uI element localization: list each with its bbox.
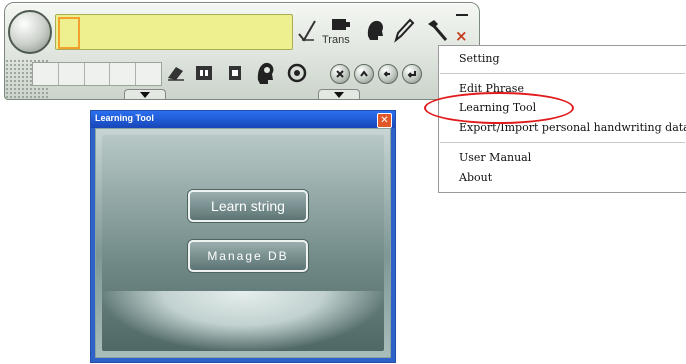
window-close-button[interactable]: ✕	[377, 113, 392, 128]
candidate-cell[interactable]	[136, 63, 161, 85]
expand-tools-tab[interactable]	[318, 89, 360, 99]
pen-check-icon[interactable]	[296, 18, 318, 44]
up-icon[interactable]	[354, 64, 374, 84]
at-icon[interactable]	[286, 62, 308, 84]
manage-db-button[interactable]: Manage DB	[188, 240, 308, 272]
left-icon[interactable]	[378, 64, 398, 84]
minimize-button[interactable]	[456, 14, 468, 16]
menu-item-setting[interactable]: Setting	[459, 51, 500, 67]
keyboard-icon[interactable]	[330, 16, 352, 34]
menu-separator	[440, 73, 685, 74]
enter-icon[interactable]	[402, 64, 422, 84]
app-logo-icon[interactable]	[8, 10, 52, 54]
trans-label: Trans	[322, 34, 350, 46]
window-title: Learning Tool	[95, 113, 154, 123]
menu-separator	[440, 142, 685, 143]
menu-item-user-manual[interactable]: User Manual	[459, 150, 531, 166]
pen-icon[interactable]	[392, 16, 416, 44]
chevron-down-icon	[334, 91, 344, 98]
close-icon[interactable]: ×	[455, 27, 468, 45]
candidate-cell[interactable]	[59, 63, 85, 85]
tools-icon[interactable]	[424, 16, 450, 44]
handwriting-input-box[interactable]	[55, 14, 293, 50]
halfwidth-icon[interactable]	[224, 62, 246, 84]
window-titlebar: Learning Tool ✕	[91, 111, 395, 128]
candidate-cell[interactable]	[33, 63, 59, 85]
highlight-ring-annotation	[424, 92, 574, 124]
menu-item-about[interactable]: About	[459, 170, 492, 186]
candidate-cell[interactable]	[110, 63, 137, 85]
learning-tool-window: Learning Tool ✕ Learn string Manage DB	[90, 110, 396, 363]
cancel-icon[interactable]	[330, 64, 350, 84]
candidate-grid[interactable]	[32, 62, 162, 86]
eraser-icon[interactable]	[165, 62, 187, 84]
chevron-down-icon	[140, 91, 150, 98]
voice-head-icon[interactable]	[254, 58, 278, 86]
window-body: Learn string Manage DB	[95, 128, 391, 358]
learn-string-button[interactable]: Learn string	[188, 190, 308, 222]
decorative-wave	[102, 291, 384, 351]
decorative-background-panel: Learn string Manage DB	[102, 135, 384, 351]
candidate-cell[interactable]	[85, 63, 111, 85]
candidate-cursor-box	[58, 17, 80, 49]
fullwidth-icon[interactable]	[193, 62, 215, 84]
expand-candidates-tab[interactable]	[124, 89, 166, 99]
head-icon[interactable]	[364, 16, 386, 42]
